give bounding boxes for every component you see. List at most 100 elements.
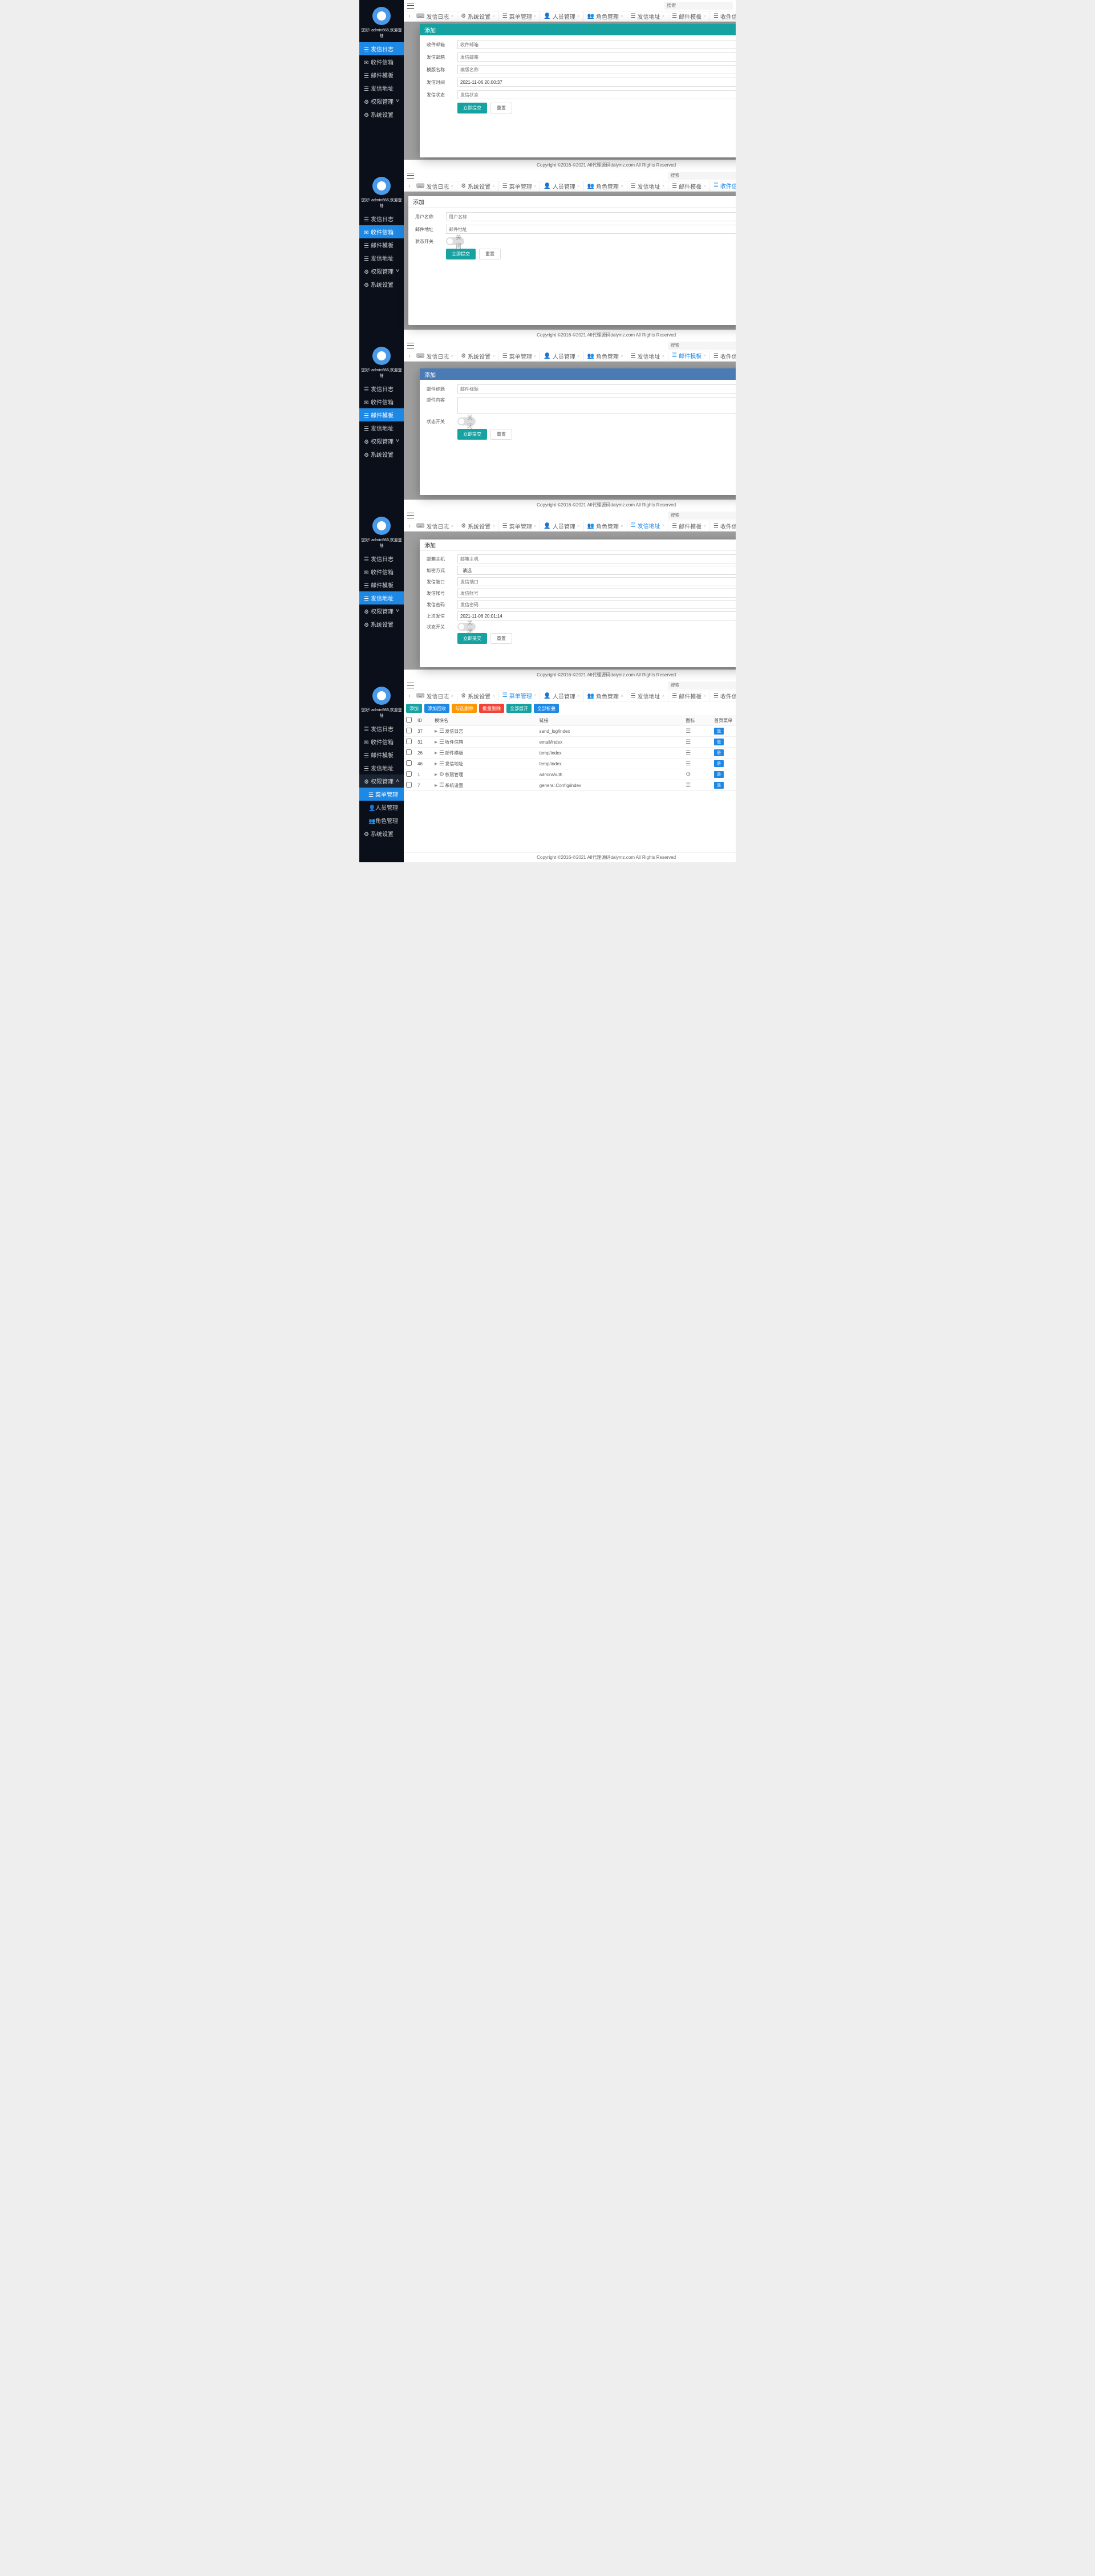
nav-user-mgmt[interactable]: 👤人员管理 bbox=[359, 801, 404, 814]
tab-prev[interactable]: ‹ bbox=[406, 183, 413, 189]
close-icon[interactable]: × bbox=[451, 14, 453, 19]
input-password[interactable] bbox=[457, 600, 736, 609]
close-icon[interactable]: × bbox=[534, 14, 537, 19]
expand-icon[interactable]: ▸ bbox=[435, 782, 437, 789]
nav-inbox[interactable]: ✉收件信箱 bbox=[359, 55, 404, 68]
nav-send-log[interactable]: ☰发信日志 bbox=[359, 552, 404, 565]
tab-prev[interactable]: ‹ bbox=[406, 523, 413, 529]
input-mail-addr[interactable] bbox=[446, 225, 736, 234]
nav-send-log[interactable]: ☰发信日志 bbox=[359, 382, 404, 395]
nav-sys[interactable]: ⚙系统设置 bbox=[359, 827, 404, 840]
search-input[interactable] bbox=[668, 512, 736, 520]
nav-send-addr[interactable]: ☰发信地址 bbox=[359, 591, 404, 605]
input-send-mail[interactable] bbox=[457, 52, 736, 62]
tab-1[interactable]: ⚙系统设置× bbox=[457, 11, 499, 22]
nav-perm[interactable]: ⚙权限管理˅ bbox=[359, 95, 404, 108]
nav-perm[interactable]: ⚙权限管理˅ bbox=[359, 435, 404, 448]
nav-mail-tpl[interactable]: ☰邮件模板 bbox=[359, 578, 404, 591]
tab-prev[interactable]: ‹ bbox=[406, 13, 413, 19]
tab-0[interactable]: ⌨发信日志× bbox=[413, 11, 457, 22]
btn-check-del[interactable]: 勾选删除 bbox=[452, 704, 477, 713]
nav-send-addr[interactable]: ☰发信地址 bbox=[359, 251, 404, 265]
menu-toggle-icon[interactable] bbox=[407, 3, 414, 9]
menu-toggle-icon[interactable] bbox=[407, 343, 414, 348]
tab-prev[interactable]: ‹ bbox=[406, 693, 413, 699]
nav-inbox[interactable]: ✉收件信箱 bbox=[359, 735, 404, 748]
nav-mail-tpl[interactable]: ☰邮件模板 bbox=[359, 68, 404, 82]
reset-button[interactable]: 重置 bbox=[490, 633, 512, 644]
nav-sys[interactable]: ⚙系统设置 bbox=[359, 278, 404, 291]
row-checkbox[interactable] bbox=[406, 760, 412, 766]
nav-sys[interactable]: ⚙系统设置 bbox=[359, 448, 404, 461]
nav-perm[interactable]: ⚙权限管理˅ bbox=[359, 265, 404, 278]
menu-toggle-icon[interactable] bbox=[407, 683, 414, 688]
nav-menu-mgmt[interactable]: ☰菜单管理 bbox=[359, 788, 404, 801]
nav-perm[interactable]: ⚙权限管理˅ bbox=[359, 605, 404, 618]
row-checkbox[interactable] bbox=[406, 771, 412, 777]
expand-icon[interactable]: ▸ bbox=[435, 739, 437, 745]
tab-4[interactable]: 👥角色管理× bbox=[584, 11, 627, 22]
search-input[interactable] bbox=[668, 342, 736, 350]
reset-button[interactable]: 重置 bbox=[490, 103, 512, 113]
row-checkbox[interactable] bbox=[406, 782, 412, 788]
reset-button[interactable]: 重置 bbox=[490, 429, 512, 440]
expand-icon[interactable]: ▸ bbox=[435, 728, 437, 735]
btn-add[interactable]: 添加 bbox=[406, 704, 422, 713]
nav-send-log[interactable]: ☰发信日志 bbox=[359, 42, 404, 55]
select-encrypt[interactable]: 请选 bbox=[457, 566, 736, 575]
close-icon[interactable]: × bbox=[492, 14, 495, 19]
expand-icon[interactable]: ▸ bbox=[435, 761, 437, 767]
nav-mail-tpl[interactable]: ☰邮件模板 bbox=[359, 408, 404, 421]
nav-send-addr[interactable]: ☰发信地址 bbox=[359, 421, 404, 435]
input-recv-mail[interactable] bbox=[457, 40, 736, 49]
input-last-send[interactable] bbox=[457, 611, 736, 620]
expand-icon[interactable]: ▸ bbox=[435, 772, 437, 778]
close-icon[interactable]: × bbox=[662, 14, 665, 19]
input-mail-title[interactable] bbox=[457, 384, 736, 394]
nav-inbox[interactable]: ✉收件信箱 bbox=[359, 225, 404, 238]
search-input[interactable] bbox=[664, 2, 733, 10]
tab-6[interactable]: ☰邮件模板× bbox=[668, 11, 710, 22]
row-checkbox[interactable] bbox=[406, 739, 412, 744]
nav-role-mgmt[interactable]: 👥角色管理 bbox=[359, 814, 404, 827]
nav-sys[interactable]: ⚙系统设置 bbox=[359, 108, 404, 121]
input-port[interactable] bbox=[457, 577, 736, 586]
nav-send-log[interactable]: ☰发信日志 bbox=[359, 212, 404, 225]
nav-mail-tpl[interactable]: ☰邮件模板 bbox=[359, 238, 404, 251]
checkbox-all[interactable] bbox=[406, 717, 412, 723]
submit-button[interactable]: 立即提交 bbox=[457, 103, 487, 113]
menu-toggle-icon[interactable] bbox=[407, 173, 414, 179]
status-switch[interactable]: 关闭 bbox=[457, 417, 476, 425]
nav-send-addr[interactable]: ☰发信地址 bbox=[359, 82, 404, 95]
input-host[interactable] bbox=[457, 554, 736, 563]
tab-5[interactable]: ☰发信地址× bbox=[627, 11, 669, 22]
tab-2[interactable]: ☰菜单管理× bbox=[499, 11, 541, 22]
row-checkbox[interactable] bbox=[406, 728, 412, 733]
input-mail-content[interactable] bbox=[457, 397, 736, 414]
close-icon[interactable]: × bbox=[620, 14, 623, 19]
btn-collapse-all[interactable]: 全部折叠 bbox=[534, 704, 559, 713]
input-username[interactable] bbox=[446, 212, 736, 221]
submit-button[interactable]: 立即提交 bbox=[446, 249, 476, 259]
input-send-status[interactable] bbox=[457, 90, 736, 99]
input-send-time[interactable] bbox=[457, 78, 736, 87]
btn-recycle[interactable]: 添加回收 bbox=[424, 704, 449, 713]
nav-inbox[interactable]: ✉收件信箱 bbox=[359, 395, 404, 408]
search-input[interactable] bbox=[668, 172, 736, 180]
reset-button[interactable]: 重置 bbox=[479, 249, 501, 259]
btn-batch-del[interactable]: 批量删除 bbox=[479, 704, 504, 713]
nav-inbox[interactable]: ✉收件信箱 bbox=[359, 565, 404, 578]
status-switch[interactable]: 关闭 bbox=[457, 623, 476, 631]
nav-sys[interactable]: ⚙系统设置 bbox=[359, 618, 404, 631]
nav-perm[interactable]: ⚙权限管理˄ bbox=[359, 774, 404, 788]
input-account[interactable] bbox=[457, 589, 736, 598]
btn-expand-all[interactable]: 全部展开 bbox=[506, 704, 532, 713]
tab-3[interactable]: 👤人员管理× bbox=[540, 11, 583, 22]
search-input[interactable] bbox=[668, 681, 736, 689]
nav-send-addr[interactable]: ☰发信地址 bbox=[359, 761, 404, 774]
close-icon[interactable]: × bbox=[703, 14, 706, 19]
nav-send-log[interactable]: ☰发信日志 bbox=[359, 722, 404, 735]
status-switch[interactable]: 关闭 bbox=[446, 237, 464, 245]
submit-button[interactable]: 立即提交 bbox=[457, 429, 487, 440]
tab-7[interactable]: ☰收件信箱× bbox=[710, 11, 736, 22]
